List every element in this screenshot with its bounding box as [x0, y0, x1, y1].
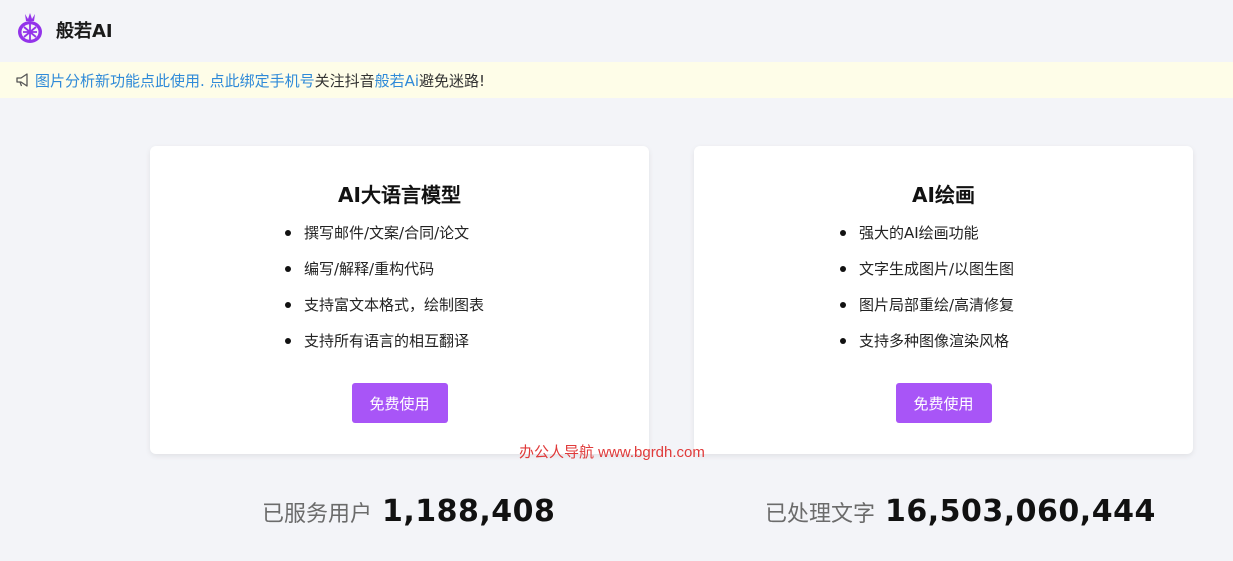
- bullet-icon: [285, 338, 291, 344]
- list-item: 支持所有语言的相互翻译: [285, 330, 484, 366]
- stat-value: 16,503,060,444: [885, 494, 1156, 529]
- bullet-icon: [840, 338, 846, 344]
- stat-value: 1,188,408: [382, 494, 556, 529]
- list-item: 强大的AI绘画功能: [840, 222, 1014, 258]
- bullet-icon: [840, 230, 846, 236]
- bullet-icon: [285, 230, 291, 236]
- served-users-stat: 已服务用户 1,188,408: [262, 494, 555, 529]
- top-bar: 般若AI: [0, 0, 1233, 62]
- bullet-icon: [285, 302, 291, 308]
- feature-list: 强大的AI绘画功能 文字生成图片/以图生图 图片局部重绘/高清修复 支持多种图像…: [840, 222, 1014, 366]
- megaphone-icon: [16, 73, 28, 87]
- processed-text-stat: 已处理文字 16,503,060,444: [765, 494, 1156, 529]
- feature-list: 撰写邮件/文案/合同/论文 编写/解释/重构代码 支持富文本格式，绘制图表 支持…: [285, 222, 484, 366]
- stat-label: 已处理文字: [765, 502, 876, 527]
- free-use-drawing-button[interactable]: 免费使用: [895, 383, 992, 423]
- pineapple-logo-icon[interactable]: [15, 11, 45, 45]
- list-item: 支持多种图像渲染风格: [840, 330, 1014, 366]
- bullet-icon: [840, 302, 846, 308]
- notice-bar: 图片分析新功能点此使用. 点此绑定手机号 关注抖音 般若Ai 避免迷路!: [0, 62, 1233, 98]
- list-item: 图片局部重绘/高清修复: [840, 294, 1014, 330]
- notice-text-end: 避免迷路!: [419, 71, 486, 90]
- bullet-icon: [840, 266, 846, 272]
- ai-drawing-feature-card: AI绘画 强大的AI绘画功能 文字生成图片/以图生图 图片局部重绘/高清修复 支…: [694, 146, 1193, 454]
- list-item: 编写/解释/重构代码: [285, 258, 484, 294]
- list-item: 撰写邮件/文案/合同/论文: [285, 222, 484, 258]
- card-title: AI绘画: [912, 183, 975, 207]
- watermark-text: 办公人导航 www.bgrdh.com: [519, 444, 705, 461]
- bind-phone-link[interactable]: 点此绑定手机号: [210, 70, 315, 91]
- free-use-llm-button[interactable]: 免费使用: [351, 383, 448, 423]
- bullet-icon: [285, 266, 291, 272]
- stat-label: 已服务用户: [262, 502, 373, 527]
- notice-text-follow: 关注抖音: [314, 71, 375, 90]
- image-analysis-link[interactable]: 图片分析新功能点此使用.: [35, 70, 205, 91]
- llm-feature-card: AI大语言模型 撰写邮件/文案/合同/论文 编写/解释/重构代码 支持富文本格式…: [150, 146, 649, 454]
- douyin-account-link[interactable]: 般若Ai: [375, 70, 419, 91]
- brand-name[interactable]: 般若AI: [56, 17, 113, 43]
- list-item: 文字生成图片/以图生图: [840, 258, 1014, 294]
- list-item: 支持富文本格式，绘制图表: [285, 294, 484, 330]
- card-title: AI大语言模型: [338, 183, 461, 207]
